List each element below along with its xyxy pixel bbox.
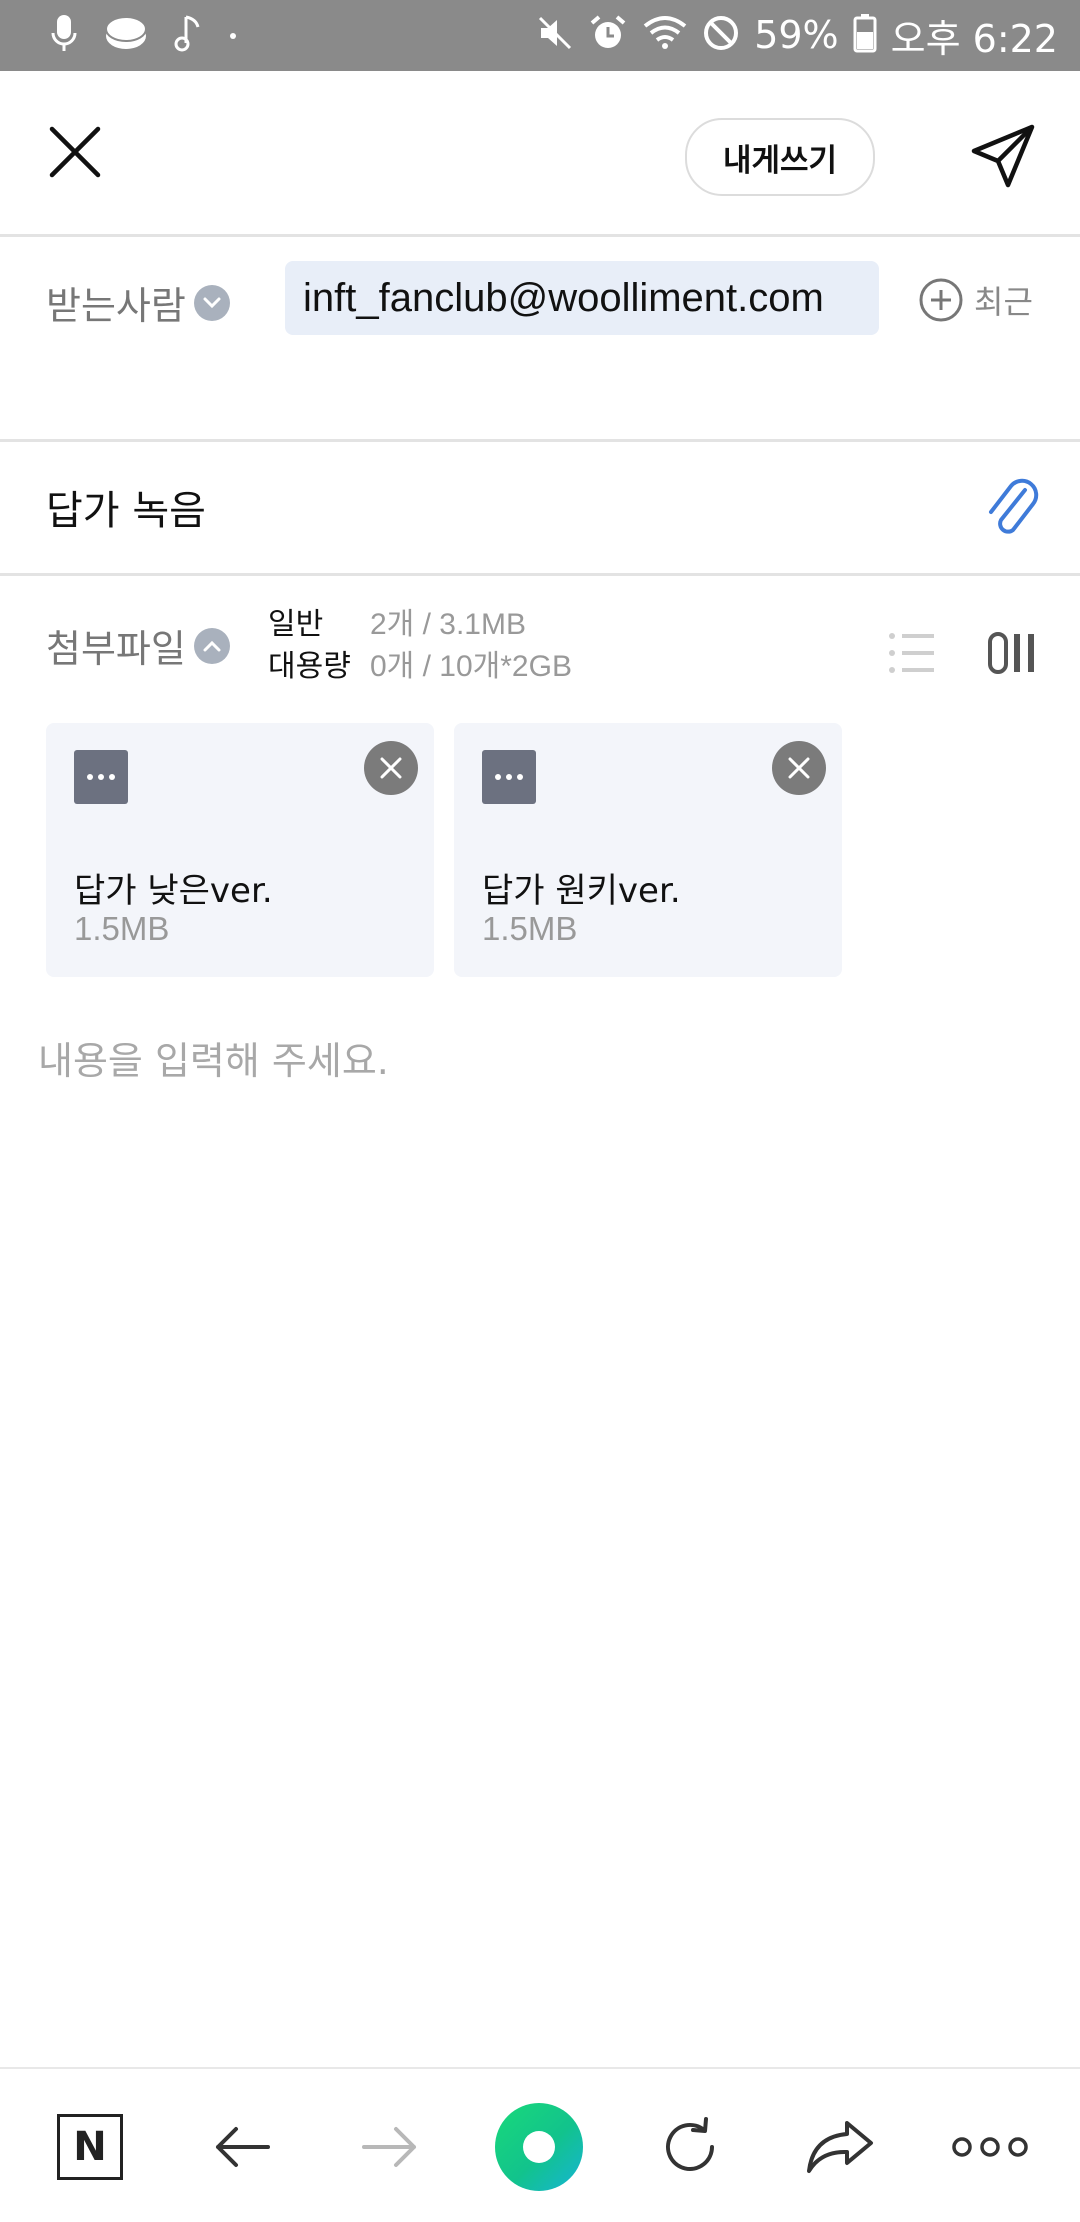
normal-attachments-row: 일반 2개 / 3.1MB	[268, 604, 572, 646]
share-button[interactable]	[800, 2107, 880, 2187]
close-icon	[49, 126, 101, 178]
browser-bottom-nav: N	[0, 2067, 1080, 2222]
green-dot-button[interactable]	[495, 2103, 583, 2191]
card-view-icon	[988, 632, 1034, 674]
alarm-icon	[588, 13, 628, 57]
mic-icon	[50, 13, 78, 57]
music-note-icon	[174, 13, 202, 57]
status-left-icons	[50, 10, 238, 60]
list-icon	[889, 633, 934, 673]
chevron-down-icon	[193, 284, 230, 321]
write-to-self-button[interactable]: 내게쓰기	[685, 118, 875, 196]
forward-button[interactable]	[350, 2107, 430, 2187]
battery-percent: 59%	[754, 13, 839, 57]
normal-value: 2개 / 3.1MB	[370, 608, 526, 641]
attachments-label: 첨부파일	[46, 627, 186, 671]
compose-toolbar: 내게쓰기	[0, 71, 1080, 237]
naver-home-button[interactable]: N	[50, 2107, 130, 2187]
share-arrow-icon	[807, 2121, 873, 2173]
green-dot-icon	[523, 2131, 555, 2163]
attachment-name: 답가 원키ver.	[482, 871, 681, 911]
file-more-icon	[74, 750, 128, 804]
wifi-icon	[642, 14, 688, 56]
plus-circle-icon	[919, 278, 963, 322]
subject-row[interactable]: 답가 녹음	[0, 442, 1080, 576]
recipient-toggle[interactable]: 받는사람	[46, 275, 230, 330]
recipient-chip[interactable]: inft_fanclub@woolliment.com	[285, 261, 879, 335]
status-bar: 59% 오후 6:22	[0, 0, 1080, 71]
card-view-button[interactable]	[988, 630, 1040, 676]
attachment-size: 1.5MB	[482, 910, 578, 947]
attachment-name: 답가 낮은ver.	[74, 871, 273, 911]
recipient-row: 받는사람 inft_fanclub@woolliment.com 최근	[0, 237, 1080, 442]
recipient-label: 받는사람	[46, 284, 186, 328]
arrow-left-icon	[216, 2127, 270, 2167]
large-attachments-row: 대용량 0개 / 10개*2GB	[268, 646, 572, 688]
body-input[interactable]	[36, 1030, 1040, 1092]
subject-field[interactable]: 답가 녹음	[46, 478, 206, 536]
coin-icon	[104, 14, 148, 56]
refresh-button[interactable]	[650, 2107, 730, 2187]
close-icon	[380, 757, 402, 779]
large-value: 0개 / 10개*2GB	[370, 650, 572, 683]
naver-logo-icon: N	[57, 2114, 123, 2180]
dot-icon	[228, 26, 238, 45]
close-button[interactable]	[46, 123, 104, 181]
attachment-size: 1.5MB	[74, 910, 170, 947]
clock: 오후 6:22	[890, 16, 1058, 61]
paperclip-icon	[989, 478, 1039, 534]
back-button[interactable]	[202, 2107, 282, 2187]
chevron-up-icon	[193, 627, 230, 664]
large-label: 대용량	[268, 649, 351, 684]
send-button[interactable]	[970, 123, 1036, 189]
attach-button[interactable]	[985, 476, 1041, 540]
more-dots-icon	[952, 2137, 1028, 2157]
remove-attachment-button[interactable]	[364, 741, 418, 795]
refresh-icon	[666, 2117, 714, 2171]
attachments-summary: 일반 2개 / 3.1MB 대용량 0개 / 10개*2GB	[268, 604, 572, 688]
remove-attachment-button[interactable]	[772, 741, 826, 795]
close-icon	[788, 757, 810, 779]
arrow-right-icon	[362, 2127, 416, 2167]
battery-icon	[853, 13, 877, 57]
more-button[interactable]	[950, 2107, 1030, 2187]
attachment-card[interactable]: 답가 원키ver. 1.5MB	[454, 723, 842, 977]
list-view-button[interactable]	[888, 630, 936, 676]
recent-recipients-button[interactable]: 최근	[918, 277, 1033, 323]
do-not-disturb-icon	[702, 14, 740, 56]
normal-label: 일반	[268, 607, 324, 642]
status-right-icons: 59% 오후 6:22	[536, 10, 1058, 61]
recent-label: 최근	[974, 283, 1033, 321]
send-icon	[971, 124, 1035, 188]
file-more-icon	[482, 750, 536, 804]
attachment-card[interactable]: 답가 낮은ver. 1.5MB	[46, 723, 434, 977]
attachments-toggle[interactable]: 첨부파일	[46, 618, 230, 673]
mute-icon	[536, 14, 574, 56]
